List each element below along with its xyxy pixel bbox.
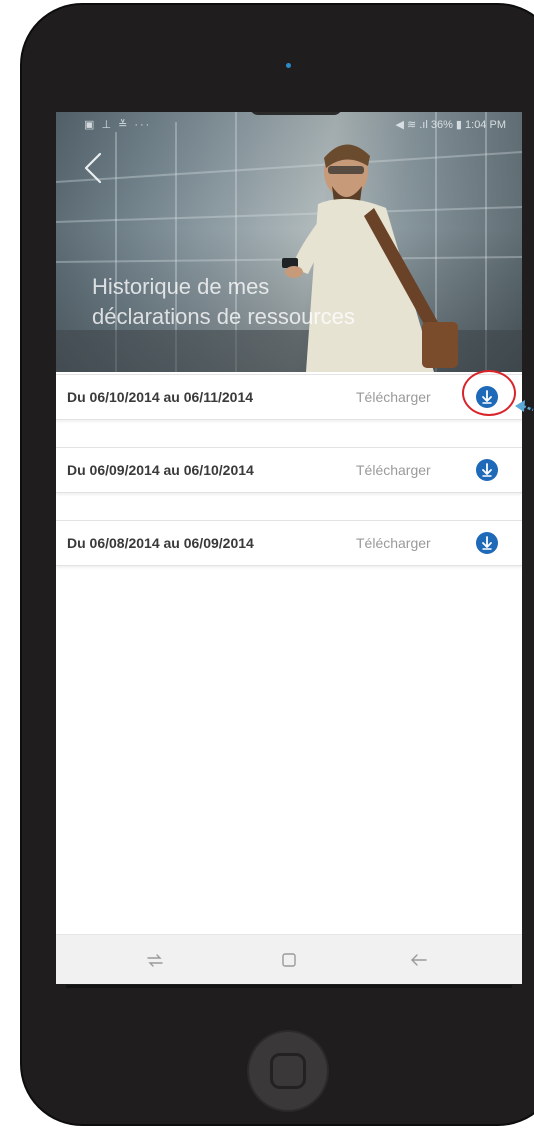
header-photo xyxy=(56,112,522,372)
item-period: Du 06/08/2014 au 06/09/2014 xyxy=(67,535,254,551)
download-icon[interactable] xyxy=(476,459,498,481)
status-notification-icons: ▣ ⊥ ≚ ··· xyxy=(84,119,152,131)
chevron-left-icon[interactable] xyxy=(80,150,106,186)
app-screen: ▣ ⊥ ≚ ··· ◀ ≋ .ıl 36% ▮ 1:04 PM Historiq… xyxy=(56,112,522,984)
status-system-info: ◀ ≋ .ıl 36% ▮ 1:04 PM xyxy=(395,119,506,131)
front-camera xyxy=(286,63,291,68)
item-period: Du 06/10/2014 au 06/11/2014 xyxy=(67,389,254,405)
page-title: Historique de mes déclarations de ressou… xyxy=(92,272,472,332)
declaration-list: Du 06/10/2014 au 06/11/2014 Télécharger … xyxy=(56,374,522,593)
page-title-line1: Historique de mes xyxy=(92,274,270,299)
page-title-line2: déclarations de ressources xyxy=(92,304,355,329)
home-button-inner xyxy=(270,1053,306,1089)
list-item: Du 06/10/2014 au 06/11/2014 Télécharger xyxy=(56,374,522,420)
home-square-icon[interactable] xyxy=(278,949,300,971)
header-banner: ▣ ⊥ ≚ ··· ◀ ≋ .ıl 36% ▮ 1:04 PM Historiq… xyxy=(56,112,522,372)
download-link[interactable]: Télécharger xyxy=(356,535,431,551)
download-link[interactable]: Télécharger xyxy=(356,389,431,405)
phone-frame: ▣ ⊥ ≚ ··· ◀ ≋ .ıl 36% ▮ 1:04 PM Historiq… xyxy=(20,3,534,1126)
pointer-arrow-icon xyxy=(515,398,534,422)
system-navbar xyxy=(56,934,522,984)
download-link[interactable]: Télécharger xyxy=(356,462,431,478)
recent-apps-icon[interactable] xyxy=(144,949,166,971)
hardware-home-button[interactable] xyxy=(247,1030,329,1112)
back-arrow-icon[interactable] xyxy=(408,949,430,971)
screen-bottom-edge xyxy=(66,985,512,988)
status-bar: ▣ ⊥ ≚ ··· ◀ ≋ .ıl 36% ▮ 1:04 PM xyxy=(56,112,522,136)
list-item: Du 06/09/2014 au 06/10/2014 Télécharger xyxy=(56,447,522,493)
item-period: Du 06/09/2014 au 06/10/2014 xyxy=(67,462,254,478)
download-icon[interactable] xyxy=(476,532,498,554)
highlight-circle xyxy=(462,370,516,416)
list-item: Du 06/08/2014 au 06/09/2014 Télécharger xyxy=(56,520,522,566)
